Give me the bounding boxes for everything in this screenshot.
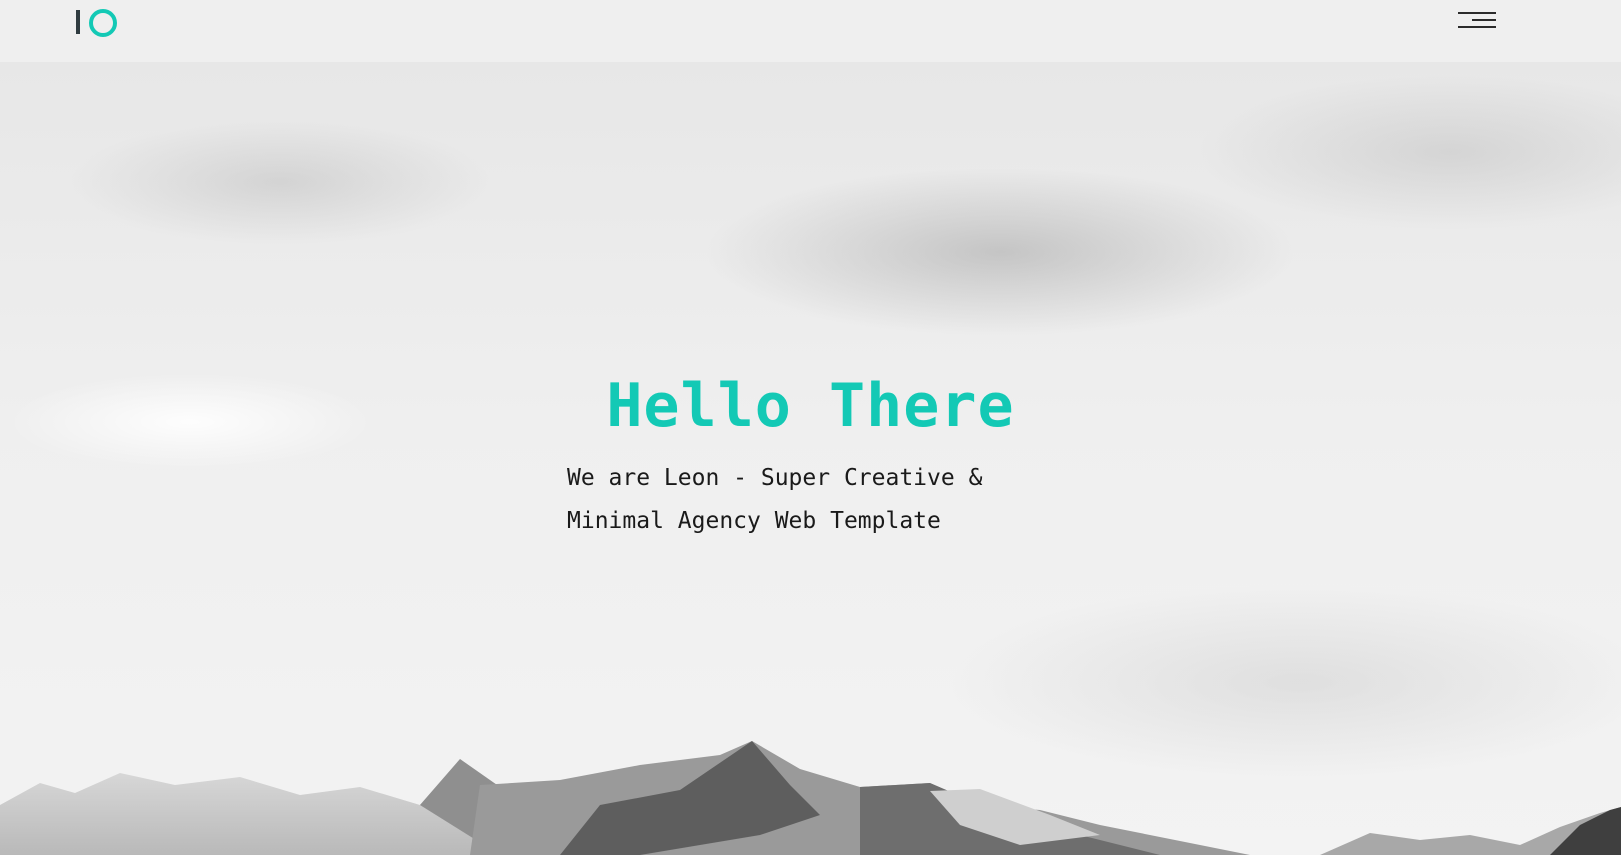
hero-subtitle-line-1: We are Leon - Super Creative & [567, 465, 983, 491]
logo-bar-icon [76, 10, 80, 34]
menu-line-top [1458, 12, 1496, 14]
logo[interactable] [76, 8, 120, 37]
menu-line-middle [1472, 19, 1496, 21]
menu-line-bottom [1458, 26, 1496, 28]
mountains-icon [0, 741, 1621, 855]
hero-subtitle: We are Leon - Super Creative & Minimal A… [567, 457, 1037, 543]
logo-ring-icon [89, 9, 117, 37]
hero-subtitle-line-2: Minimal Agency Web Template [567, 508, 941, 534]
hamburger-menu-button[interactable] [1458, 6, 1500, 34]
hero-title: Hello There [606, 371, 1015, 441]
hero-section: Hello There We are Leon - Super Creative… [0, 62, 1621, 855]
site-header [0, 0, 1621, 62]
